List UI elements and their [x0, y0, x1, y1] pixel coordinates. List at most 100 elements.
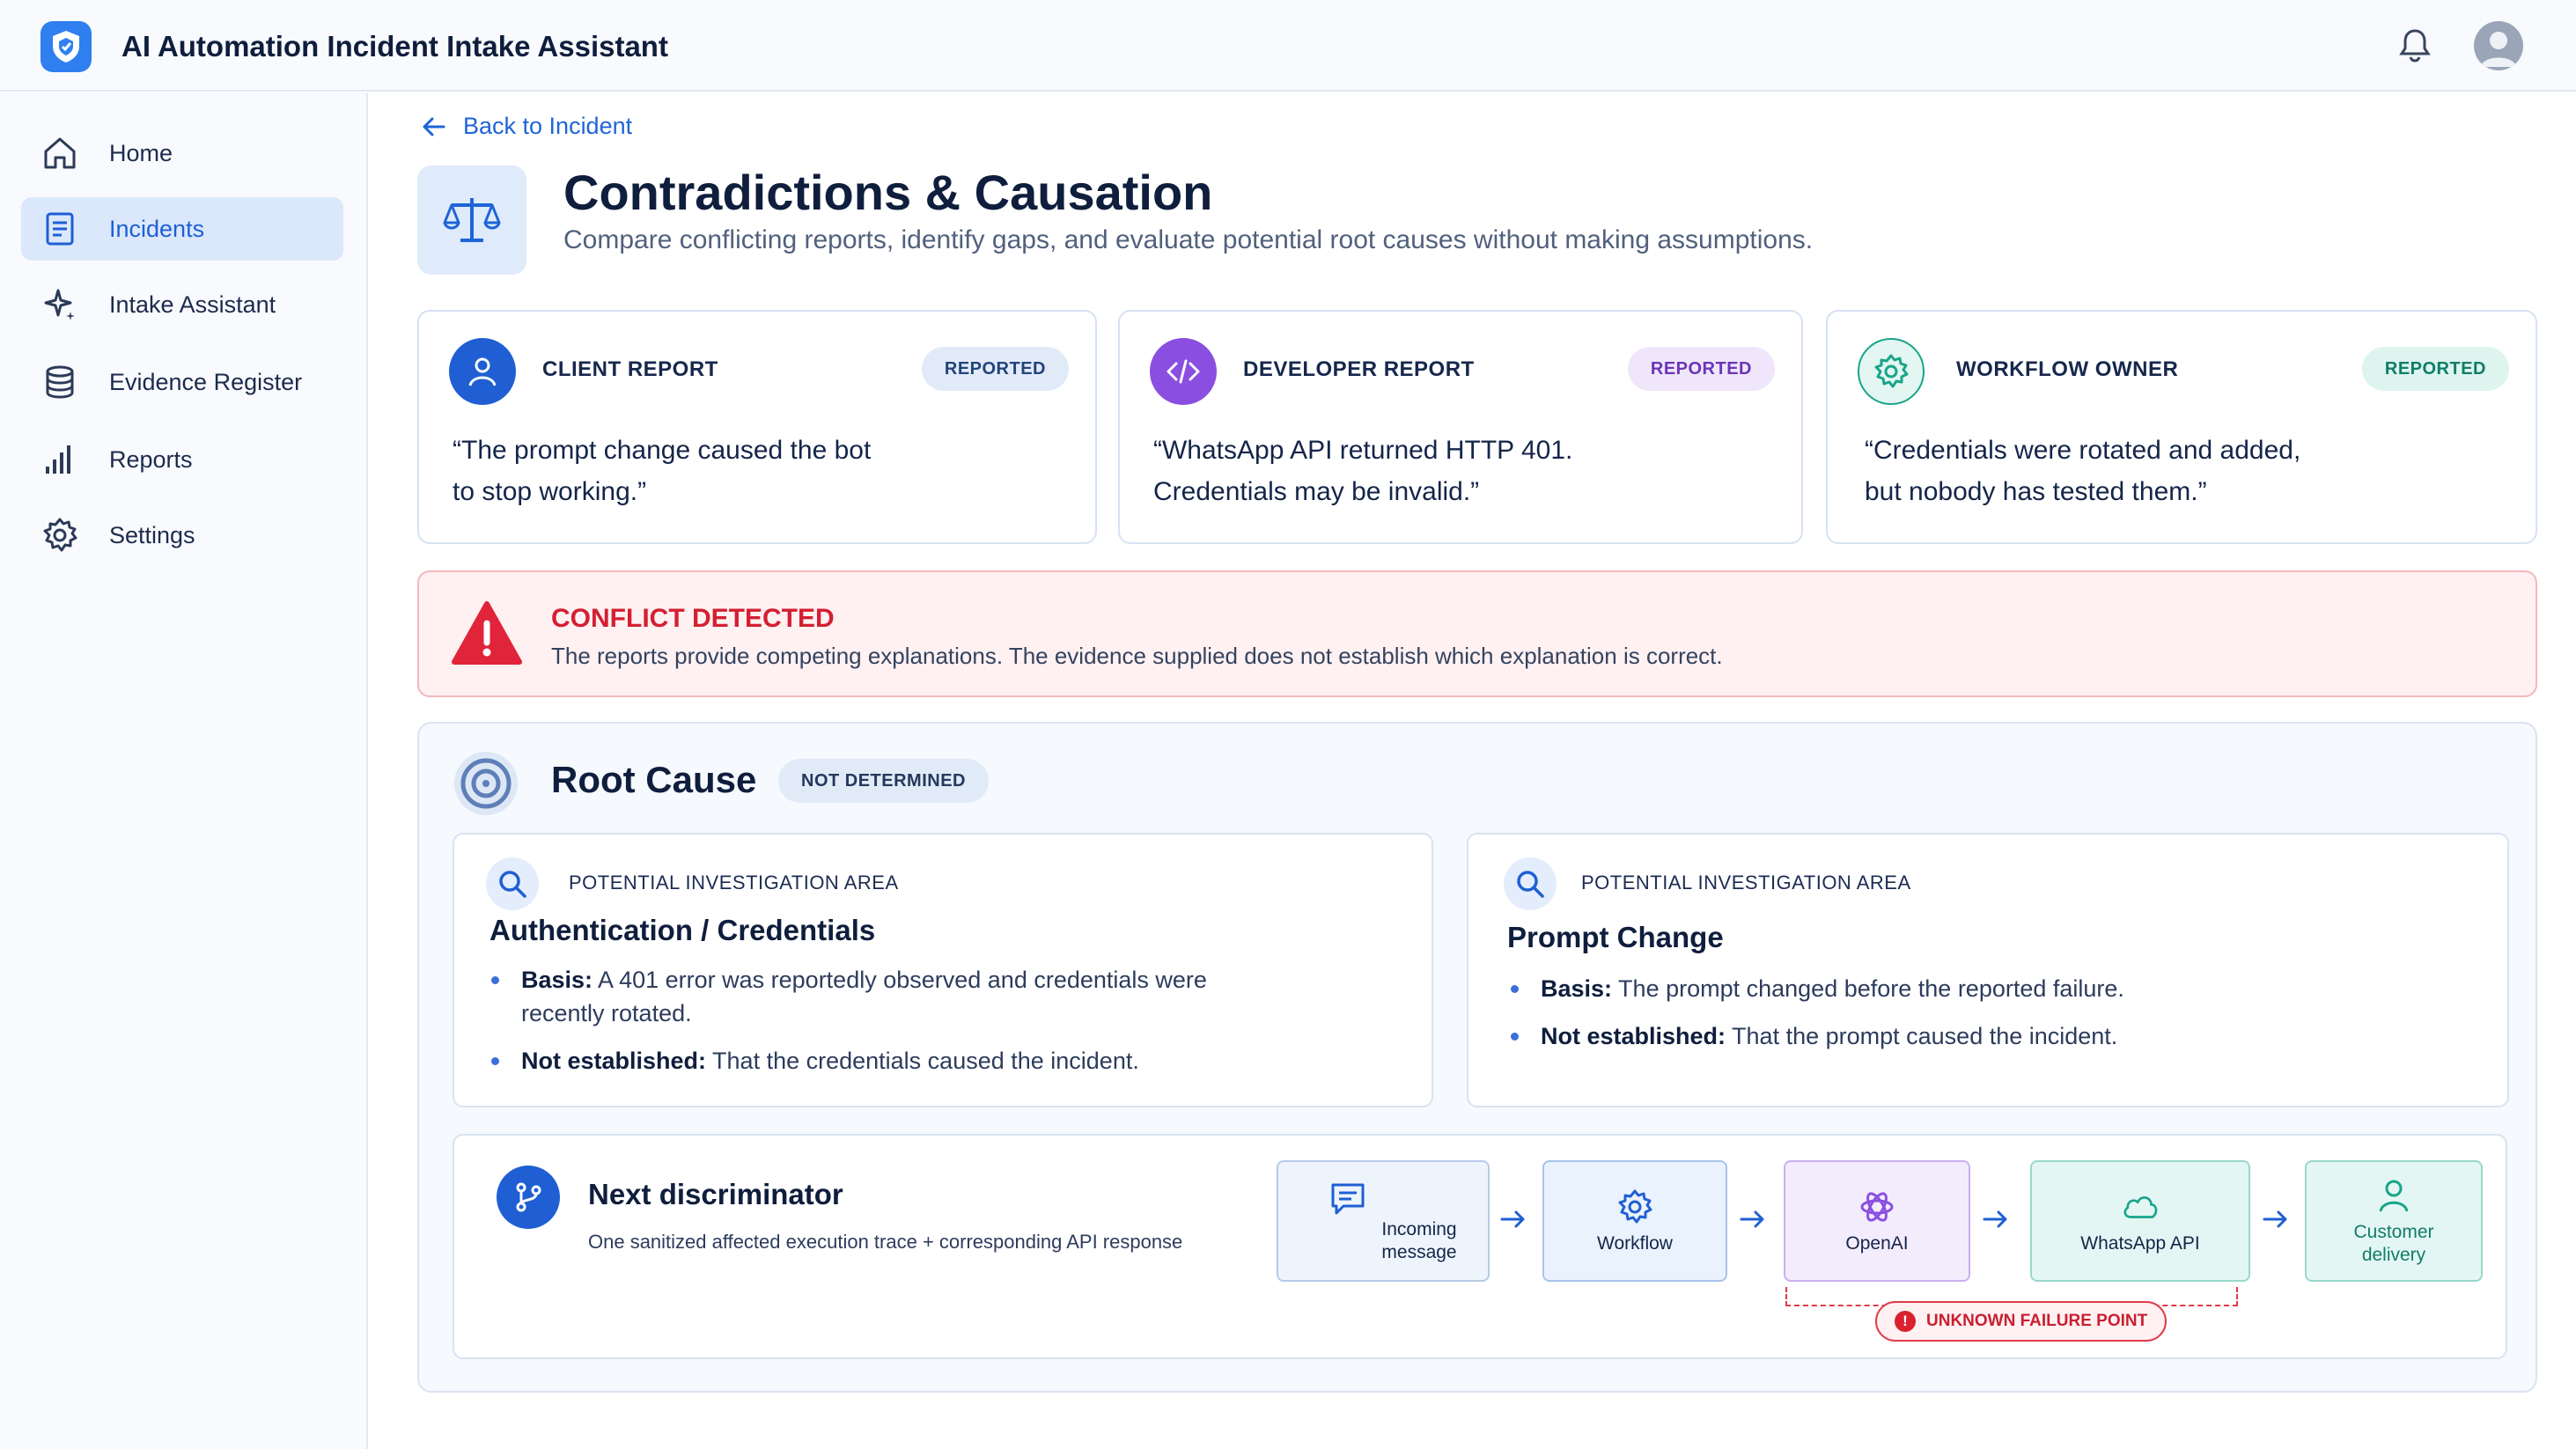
back-label: Back to Incident	[463, 113, 633, 139]
sidebar-item-intake-assistant[interactable]: Intake Assistant	[21, 273, 343, 336]
flow-node-workflow[interactable]: Workflow	[1542, 1160, 1727, 1282]
flow-node-label: Customer	[2353, 1222, 2434, 1242]
flow-node-customer-delivery[interactable]: Customer delivery	[2305, 1160, 2483, 1282]
client-report-card: CLIENT REPORT REPORTED “The prompt chang…	[417, 310, 1097, 544]
report-title: CLIENT REPORT	[542, 357, 718, 381]
root-cause-panel: Root Cause NOT DETERMINED POTENTIAL INVE…	[417, 722, 2537, 1393]
conflict-title: CONFLICT DETECTED	[551, 604, 835, 633]
area-title: Prompt Change	[1507, 921, 1724, 953]
area-bullets: Basis: The prompt changed before the rep…	[1511, 972, 2280, 1067]
conflict-banner: CONFLICT DETECTED The reports provide co…	[417, 570, 2537, 697]
sidebar-item-reports[interactable]: Reports	[21, 428, 343, 491]
flow-node-label: WhatsApp API	[2080, 1233, 2200, 1254]
reported-badge: REPORTED	[921, 347, 1069, 391]
sidebar-item-label: Intake Assistant	[109, 291, 276, 318]
search-icon	[1504, 857, 1557, 910]
target-icon	[451, 748, 521, 819]
area-heading: POTENTIAL INVESTIGATION AREA	[1581, 872, 1911, 894]
user-icon	[449, 338, 516, 405]
arrow-right-icon	[1981, 1206, 2011, 1232]
not-established-label: Not established:	[521, 1048, 707, 1074]
notification-bell-icon[interactable]	[2395, 25, 2435, 65]
sidebar-item-incidents[interactable]: Incidents	[21, 197, 343, 261]
flow-node-label: Workflow	[1597, 1233, 1673, 1254]
basis-item: Basis: A 401 error was reportedly observ…	[491, 963, 1261, 1030]
flow-node-incoming-message[interactable]: Incoming message	[1277, 1160, 1490, 1282]
page-title: Contradictions & Causation	[563, 165, 1213, 220]
code-icon	[1150, 338, 1217, 405]
unknown-failure-label: UNKNOWN FAILURE POINT	[1926, 1312, 2148, 1330]
not-determined-badge: NOT DETERMINED	[778, 759, 989, 803]
flow-node-whatsapp-api[interactable]: WhatsApp API	[2030, 1160, 2250, 1282]
reported-badge: REPORTED	[2361, 347, 2509, 391]
conflict-description: The reports provide competing explanatio…	[551, 643, 1723, 669]
arrow-right-icon	[1738, 1206, 1768, 1232]
report-quote: “WhatsApp API returned HTTP 401. Credent…	[1153, 430, 1646, 512]
chat-icon	[1328, 1178, 1368, 1218]
document-icon	[40, 210, 79, 248]
bar-chart-icon	[40, 440, 79, 479]
report-quote-line: “WhatsApp API returned HTTP 401.	[1153, 436, 1573, 465]
basis-text: recently rotated.	[521, 1000, 692, 1026]
report-title: WORKFLOW OWNER	[1956, 357, 2179, 381]
not-established-label: Not established:	[1541, 1023, 1726, 1049]
root-cause-title: Root Cause	[551, 759, 757, 800]
search-icon	[486, 857, 539, 910]
sidebar-item-label: Settings	[109, 521, 195, 548]
report-quote: “The prompt change caused the bot to sto…	[453, 430, 946, 512]
report-quote-line: “The prompt change caused the bot	[453, 436, 872, 465]
reported-badge: REPORTED	[1627, 347, 1775, 391]
top-bar: AI Automation Incident Intake Assistant	[0, 0, 2576, 92]
cloud-icon	[2120, 1187, 2160, 1227]
branch-icon	[497, 1166, 560, 1229]
next-discriminator-panel: Next discriminator One sanitized affecte…	[453, 1134, 2507, 1359]
basis-text: The prompt changed before the reported f…	[1612, 975, 2124, 1002]
sparkle-icon	[40, 285, 79, 324]
arrow-right-icon	[1498, 1206, 1528, 1232]
gear-icon	[1858, 338, 1925, 405]
discriminator-title: Next discriminator	[588, 1178, 843, 1210]
sidebar-item-label: Incidents	[109, 215, 205, 242]
sidebar-item-home[interactable]: Home	[21, 121, 343, 185]
flow-node-label: message	[1381, 1242, 1457, 1262]
area-heading: POTENTIAL INVESTIGATION AREA	[569, 872, 899, 894]
flow-node-openai[interactable]: OpenAI	[1784, 1160, 1970, 1282]
sidebar: Home Incidents Intake Assistant Evidence…	[0, 93, 368, 1449]
page-subtitle: Compare conflicting reports, identify ga…	[563, 225, 1814, 254]
unknown-failure-point-badge: ! UNKNOWN FAILURE POINT	[1875, 1301, 2168, 1342]
back-to-incident-link[interactable]: Back to Incident	[421, 113, 632, 140]
arrow-left-icon	[421, 114, 447, 140]
sidebar-item-settings[interactable]: Settings	[21, 504, 343, 567]
sidebar-item-label: Evidence Register	[109, 368, 303, 395]
report-quote-line: Credentials may be invalid.”	[1153, 477, 1480, 506]
database-icon	[40, 363, 79, 401]
report-quote-line: to stop working.”	[453, 477, 647, 506]
report-quote: “Credentials were rotated and added, but…	[1865, 430, 2410, 512]
sidebar-item-evidence-register[interactable]: Evidence Register	[21, 350, 343, 414]
workflow-owner-report-card: WORKFLOW OWNER REPORTED “Credentials wer…	[1826, 310, 2537, 544]
developer-report-card: DEVELOPER REPORT REPORTED “WhatsApp API …	[1118, 310, 1803, 544]
not-established-text: That the credentials caused the incident…	[706, 1048, 1139, 1074]
report-quote-line: but nobody has tested them.”	[1865, 477, 2207, 506]
area-bullets: Basis: A 401 error was reportedly observ…	[491, 963, 1261, 1092]
basis-label: Basis:	[1541, 975, 1613, 1002]
user-avatar[interactable]	[2474, 21, 2523, 70]
flow-node-label: Incoming	[1381, 1219, 1457, 1239]
investigation-area-credentials: POTENTIAL INVESTIGATION AREA Authenticat…	[453, 833, 1433, 1107]
discriminator-description: One sanitized affected execution trace +…	[588, 1231, 1183, 1253]
alert-icon: !	[1895, 1311, 1916, 1332]
not-established-item: Not established: That the prompt caused …	[1511, 1019, 2280, 1053]
sidebar-item-label: Reports	[109, 445, 193, 473]
sidebar-item-label: Home	[109, 139, 173, 166]
user-icon	[2374, 1175, 2414, 1216]
area-title: Authentication / Credentials	[489, 914, 876, 946]
not-established-item: Not established: That the credentials ca…	[491, 1044, 1261, 1078]
app-title: AI Automation Incident Intake Assistant	[121, 30, 668, 63]
shield-logo-icon	[40, 21, 92, 72]
report-title: DEVELOPER REPORT	[1243, 357, 1475, 381]
openai-icon	[1857, 1187, 1897, 1227]
arrow-right-icon	[2261, 1206, 2291, 1232]
gear-icon	[40, 516, 79, 555]
scales-icon	[417, 165, 526, 275]
gear-icon	[1615, 1187, 1655, 1227]
